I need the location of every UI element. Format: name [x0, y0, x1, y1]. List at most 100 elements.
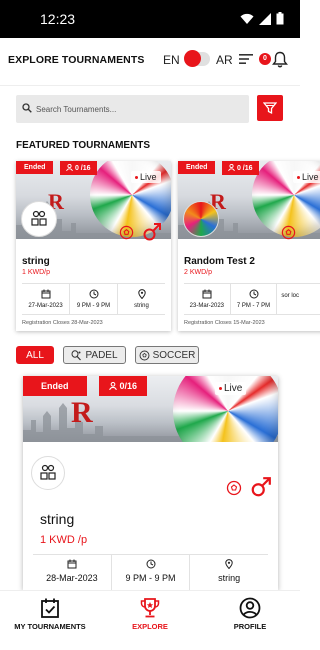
time-cell: 7 PM - 7 PM [231, 284, 278, 314]
filter-icon [263, 102, 277, 115]
calendar-icon [41, 289, 50, 299]
calendar-icon [202, 289, 212, 299]
participants-badge: 0 /16 [60, 161, 97, 175]
location-text: string [134, 303, 149, 309]
soccer-ball-icon [119, 225, 134, 240]
status-badge: Ended [23, 376, 87, 396]
nav-label: MY TOURNAMENTS [14, 622, 86, 631]
live-badge: Live [131, 171, 161, 183]
battery-icon [276, 12, 284, 25]
language-toggle[interactable] [184, 50, 210, 67]
location-text: sor loc [281, 293, 300, 299]
participants-badge: 0/16 [99, 376, 148, 396]
participants-count: 0 /16 [74, 165, 91, 172]
tournament-logo [31, 456, 65, 490]
clock-icon [249, 289, 258, 299]
search-input[interactable] [36, 101, 241, 117]
time-cell: 9 PM - 9 PM [112, 555, 191, 590]
featured-card[interactable]: R Ended 0 /16 Live Random Test 2 2 KWD/p… [178, 161, 320, 331]
location-cell: string [190, 555, 268, 590]
tournament-name: string [40, 511, 75, 527]
chip-label: PADEL [85, 349, 118, 361]
location-cell: sor loc [277, 284, 320, 314]
wifi-icon [240, 13, 254, 24]
user-icon [228, 163, 235, 172]
tournament-logo [21, 201, 57, 237]
filter-chip-padel[interactable]: PADEL [63, 346, 126, 364]
date-text: 23-Mar-2023 [189, 303, 225, 309]
nav-profile[interactable]: PROFILE [224, 597, 276, 631]
filter-chip-soccer[interactable]: SOCCER [135, 346, 199, 364]
calendar-icon [67, 559, 77, 569]
padel-logo-icon [31, 210, 47, 226]
page-title: EXPLORE TOURNAMENTS [8, 54, 145, 66]
calendar-check-icon [41, 598, 59, 618]
location-text: string [218, 573, 241, 583]
filter-button[interactable] [257, 95, 283, 121]
brand-logo-r: R [71, 396, 93, 429]
time-text: 7 PM - 7 PM [236, 303, 271, 309]
tournament-name: Random Test 2 [184, 256, 255, 267]
participants-badge: 0 /16 [222, 161, 259, 175]
chip-label: SOCCER [152, 349, 196, 361]
live-badge: Live [293, 171, 320, 183]
date-cell: 28-Mar-2023 [33, 555, 112, 590]
soccer-ball-icon [139, 350, 150, 360]
lang-ar-label[interactable]: AR [216, 53, 233, 67]
date-text: 28-Mar-2023 [46, 573, 98, 583]
nav-label: EXPLORE [132, 622, 168, 631]
clock-icon [146, 559, 155, 569]
participants-count: 0 /16 [236, 165, 253, 172]
location-pin-icon [137, 289, 146, 299]
date-cell: 23-Mar-2023 [184, 284, 231, 314]
bell-icon[interactable] [272, 51, 288, 68]
bottom-navigation: MY TOURNAMENTS EXPLORE PROFILE [0, 590, 300, 650]
registration-closes: Registration Closes 28-Mar-2023 [22, 320, 103, 326]
trophy-icon [140, 598, 160, 618]
registration-closes: Registration Closes 15-Mar-2023 [184, 320, 265, 326]
lang-en-label[interactable]: EN [163, 53, 180, 67]
tournament-logo [183, 201, 219, 237]
search-icon [22, 103, 32, 113]
nav-explore[interactable]: EXPLORE [122, 597, 178, 631]
notification-badge: 0 [259, 53, 271, 65]
user-icon [109, 381, 117, 391]
tournament-meta: 23-Mar-2023 7 PM - 7 PM sor loc [184, 283, 320, 315]
tournament-name: string [22, 256, 50, 267]
location-cell: string [118, 284, 165, 314]
filter-chip-all[interactable]: ALL [16, 346, 54, 364]
padel-logo-icon [40, 464, 56, 480]
tournament-price: 1 KWD/p [22, 269, 51, 276]
status-badge: Ended [16, 161, 54, 174]
location-pin-icon [225, 559, 233, 569]
time-text: 9 PM - 9 PM [125, 573, 176, 583]
tournament-card[interactable]: R Ended 0/16 Live string 1 KWD /p 28-Mar… [23, 376, 278, 590]
featured-section-title: FEATURED TOURNAMENTS [16, 140, 151, 151]
nav-label: PROFILE [233, 622, 267, 631]
clock-icon [89, 289, 98, 299]
search-bar [16, 95, 249, 123]
menu-icon[interactable] [239, 54, 253, 64]
male-icon [251, 477, 271, 497]
status-badge: Ended [178, 161, 216, 174]
live-label: Live [224, 383, 243, 394]
time-cell: 9 PM - 9 PM [70, 284, 118, 314]
soccer-ball-icon [281, 225, 296, 240]
date-text: 27-Mar-2023 [28, 303, 63, 309]
user-icon [66, 163, 73, 172]
app-header: EXPLORE TOURNAMENTS EN AR 0 [0, 38, 300, 86]
male-icon [143, 223, 161, 241]
live-badge: Live [215, 382, 247, 395]
live-label: Live [140, 172, 157, 182]
status-bar: 12:23 [0, 0, 300, 38]
participants-count: 0/16 [119, 381, 138, 391]
tournament-price: 2 KWD/p [184, 269, 213, 276]
signal-icon [259, 12, 271, 25]
status-time: 12:23 [40, 11, 76, 27]
tournament-meta: 28-Mar-2023 9 PM - 9 PM string [33, 554, 268, 590]
soccer-ball-icon [226, 480, 242, 496]
profile-icon [239, 597, 261, 619]
featured-card[interactable]: R Ended 0 /16 Live string 1 KWD/p 27-Mar… [16, 161, 171, 331]
nav-my-tournaments[interactable]: MY TOURNAMENTS [14, 597, 86, 631]
toggle-knob [184, 50, 201, 67]
